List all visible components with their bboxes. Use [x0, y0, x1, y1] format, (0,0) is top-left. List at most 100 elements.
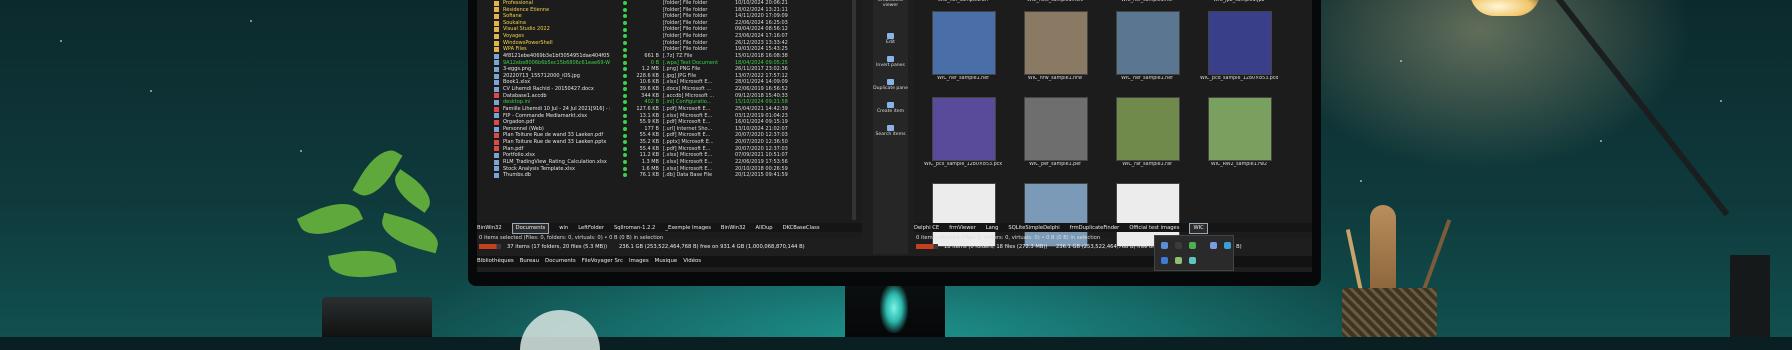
file-row[interactable]: CV Lihemdi Rachid - 20150427.docx 39.6 KB…	[477, 86, 862, 93]
file-name: Thumbs.db	[503, 172, 531, 179]
file-row[interactable]: Soukaina [folder] File folder 22/06/2024 1…	[477, 20, 862, 27]
file-type: [.db] Data Base File	[663, 172, 721, 179]
tab[interactable]: AllDup	[756, 224, 773, 233]
tab[interactable]: SQLiteSimpleDelphi	[1008, 224, 1059, 233]
left-scrollbar[interactable]	[852, 0, 856, 220]
bookmark-link[interactable]: Bibliothèques	[477, 256, 514, 267]
tab[interactable]: Delphi CE	[914, 224, 939, 233]
tray-app-icon[interactable]	[1210, 242, 1217, 249]
file-row[interactable]: Portfolio.xlsx 11.2 KB [.xlsx] Microsoft E…	[477, 152, 862, 159]
bookmark-link[interactable]: Documents	[545, 256, 576, 267]
file-icon	[494, 66, 499, 72]
file-row[interactable]: WindowsPowerShell [folder] File folder 26/…	[477, 40, 862, 47]
file-date: 15/10/2024 09:21:58	[735, 99, 788, 106]
file-icon	[494, 146, 499, 152]
bookmark-link[interactable]: FileVoyager Src	[582, 256, 623, 267]
file-row[interactable]: Database1.accdb 344 KB [.accdb] Microsoft …	[477, 93, 862, 100]
file-type: [folder] File folder	[663, 7, 721, 14]
command-edit[interactable]: Edit	[873, 33, 908, 45]
file-ext: [.xlsx]	[663, 112, 679, 119]
folder-icon	[494, 20, 499, 26]
tray-app-icon[interactable]	[1175, 257, 1182, 264]
file-type-desc: Microsoft E...	[681, 139, 714, 146]
file-row[interactable]: Orgadon.pdf 55.9 KB [.pdf] Microsoft E... 1…	[477, 119, 862, 126]
bookmark-link[interactable]: Images	[629, 256, 649, 267]
file-row[interactable]: Résidence Etienne [folder] File folder 18/…	[477, 7, 862, 14]
bookmark-link[interactable]: Vidéos	[683, 256, 701, 267]
command-embedded-viewer[interactable]: Embedded viewer	[873, 0, 908, 8]
file-name: Résidence Etienne	[503, 6, 550, 13]
file-ext: [.xlsx]	[663, 165, 679, 172]
bookmark-link[interactable]: Musique	[655, 256, 678, 267]
tab[interactable]: win	[559, 224, 568, 233]
file-row[interactable]: Sofiane [folder] File folder 14/11/2020 17…	[477, 13, 862, 20]
tab[interactable]: _Exemple Images	[665, 224, 711, 233]
file-row[interactable]: desktop.ini 402 B [.ini] Configuratio... 15…	[477, 99, 862, 106]
file-row[interactable]: Personnel (Web) 177 B [.url] Internet Sho.…	[477, 126, 862, 133]
file-row[interactable]: 20220713_155712000_iOS.jpg 228.6 KB [.jpg]…	[477, 73, 862, 80]
file-type-desc: File folder	[683, 33, 708, 40]
file-row[interactable]: Stock Analysis Template.xlsx 1.6 MB [.xlsx…	[477, 166, 862, 173]
tab[interactable]: LeftFolder	[578, 224, 604, 233]
file-row[interactable]: 9A12ebe8006b6b5ec15b6806c61eae69-WPA... 0…	[477, 60, 862, 67]
status-dot-icon	[623, 140, 627, 145]
tray-app-icon[interactable]	[1189, 257, 1196, 264]
file-date: 22/06/2024 16:25:03	[735, 19, 788, 26]
file-row[interactable]: Visual Studio 2022 [folder] File folder 09…	[477, 26, 862, 33]
invert-icon	[887, 56, 894, 62]
file-row[interactable]: 4f8121ebe4069b3e1bf3054951dae404f05bbfd6…	[477, 53, 862, 60]
bookmark-link[interactable]: Bureau	[520, 256, 539, 267]
tray-app-icon[interactable]	[1189, 242, 1196, 249]
file-name: Plan Toiture Rue de wand 33 Laeken.pdf	[503, 132, 604, 139]
tab[interactable]: Official test images	[1129, 224, 1179, 233]
command-search-items[interactable]: Search items	[873, 125, 908, 137]
status-dot-icon	[623, 27, 627, 32]
file-row[interactable]: RLM_TradingView_Rating_Calculation.xlsx 1…	[477, 159, 862, 166]
tab[interactable]: frmDuplicateFinder	[1070, 224, 1120, 233]
file-name: Soukaina	[503, 19, 526, 26]
command-duplicate-pane[interactable]: Duplicate pane	[873, 79, 908, 91]
tab[interactable]: BinWin32	[721, 224, 746, 233]
file-row[interactable]: FIP - Commande Mediamarkt.xlsx 13.1 KB [.x…	[477, 113, 862, 120]
file-row[interactable]: Plan.pdf 55.4 KB [.pdf] Microsoft E... 20/0…	[477, 146, 862, 153]
file-row[interactable]: Book1.xlsx 10.6 KB [.xlsx] Microsoft E... 2…	[477, 79, 862, 86]
file-row[interactable]: Plan Toiture Rue de wand 33 Laeken.pdf 55…	[477, 132, 862, 139]
file-row[interactable]: Plan Toiture Rue de wand 33 Laeken.pptx 3…	[477, 139, 862, 146]
tab[interactable]: BinWin32	[477, 224, 502, 233]
file-name: Database1.accdb	[503, 92, 547, 99]
tab[interactable]: DKCBaseClass	[783, 224, 820, 233]
left-drive-usage-bar	[479, 244, 501, 249]
left-file-list: Professional [folder] File folder 10/10/20…	[477, 0, 862, 238]
tab[interactable]: Documents	[511, 223, 550, 234]
tab[interactable]: Lang	[986, 224, 999, 233]
command-invert-panes[interactable]: Invert panes	[873, 56, 908, 68]
tray-app-icon[interactable]	[1224, 242, 1231, 249]
tray-app-icon[interactable]	[1161, 242, 1168, 249]
file-type-desc: File folder	[683, 39, 708, 46]
file-icon	[494, 139, 499, 145]
tray-app-icon[interactable]	[1175, 242, 1182, 249]
thumbnail-caption: WIC_RW2_sample1.rw2	[1210, 162, 1268, 167]
file-row[interactable]: WPA Files [folder] File folder 19/03/2024 …	[477, 46, 862, 53]
file-icon	[494, 93, 499, 99]
file-icon	[494, 100, 499, 106]
file-name: RLM_TradingView_Rating_Calculation.xlsx	[503, 158, 607, 165]
thumbnail-image	[1208, 97, 1272, 161]
file-row[interactable]: Thumbs.db 76.1 KB [.db] Data Base File 20/1…	[477, 172, 862, 179]
pen-holder	[1342, 288, 1437, 337]
file-row[interactable]: Voyages [folder] File folder 23/06/2024 17…	[477, 33, 862, 40]
file-date: 25/04/2021 14:42:39	[735, 105, 788, 112]
thumbnail-caption: WIC_jp2_sample1.jp2	[1213, 0, 1265, 3]
file-type-desc: File folder	[683, 46, 708, 53]
command-create-item[interactable]: Create item	[873, 102, 908, 114]
tab[interactable]: WIC	[1189, 223, 1208, 234]
file-row[interactable]: 3-eggs.png 1.2 MB [.png] PNG File 26/11/201…	[477, 66, 862, 73]
file-type-desc: Configuratio...	[676, 99, 712, 106]
file-ext: [folder]	[663, 26, 682, 33]
file-ext: [.pptx]	[663, 139, 680, 146]
tab[interactable]: SqlIroman-1.2.2	[614, 224, 655, 233]
tab[interactable]: frmViewer	[949, 224, 976, 233]
bluetooth-icon[interactable]	[1161, 257, 1168, 264]
file-row[interactable]: Professional [folder] File folder 10/10/20…	[477, 0, 862, 7]
file-row[interactable]: Famille Lihemdi 10 Jul - 24 Jul 2021[916…	[477, 106, 862, 113]
